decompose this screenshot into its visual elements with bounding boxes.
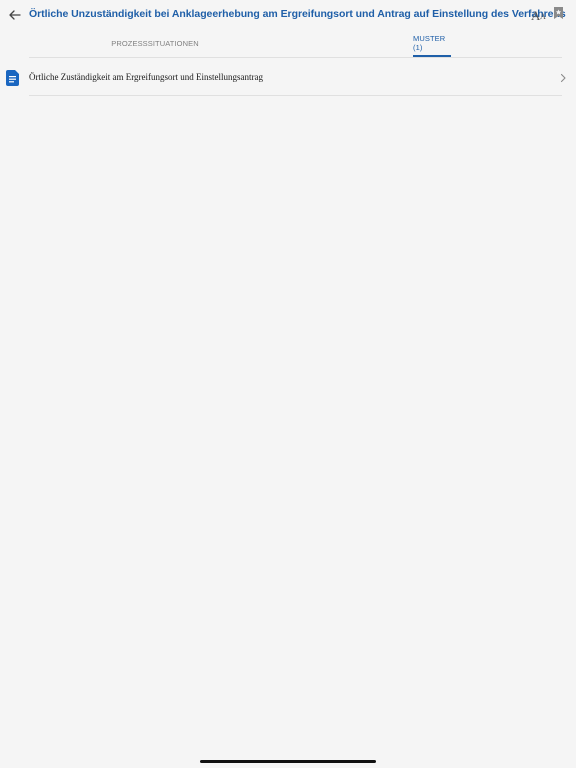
chevron-right-icon xyxy=(560,73,566,83)
back-button[interactable] xyxy=(6,6,24,24)
font-size-icon-small: A xyxy=(540,12,546,21)
tab-prozesssituationen[interactable]: PROZESSSITUATIONEN xyxy=(99,30,211,56)
bookmark-icon xyxy=(554,7,563,19)
list-divider xyxy=(29,95,562,96)
tab-muster[interactable]: MUSTER (1) xyxy=(413,30,451,57)
document-icon xyxy=(6,70,19,86)
active-tab-indicator xyxy=(413,55,451,57)
arrow-left-icon xyxy=(9,10,21,20)
tab-bar: PROZESSSITUATIONEN MUSTER (1) xyxy=(29,30,562,58)
font-size-button[interactable]: A A xyxy=(529,6,547,24)
list-item-label: Örtliche Zuständigkeit am Ergreifungsort… xyxy=(29,72,264,82)
page-title: Örtliche Unzuständigkeit bei Anklageerhe… xyxy=(29,8,566,20)
font-size-icon: A xyxy=(531,8,541,23)
bookmark-button[interactable] xyxy=(553,6,567,22)
tab-label: MUSTER (1) xyxy=(413,34,446,52)
app-header: Örtliche Unzuständigkeit bei Anklageerhe… xyxy=(0,0,576,30)
tab-label: PROZESSSITUATIONEN xyxy=(111,38,199,48)
list-item[interactable]: Örtliche Zuständigkeit am Ergreifungsort… xyxy=(0,62,576,96)
home-indicator[interactable] xyxy=(200,760,376,763)
